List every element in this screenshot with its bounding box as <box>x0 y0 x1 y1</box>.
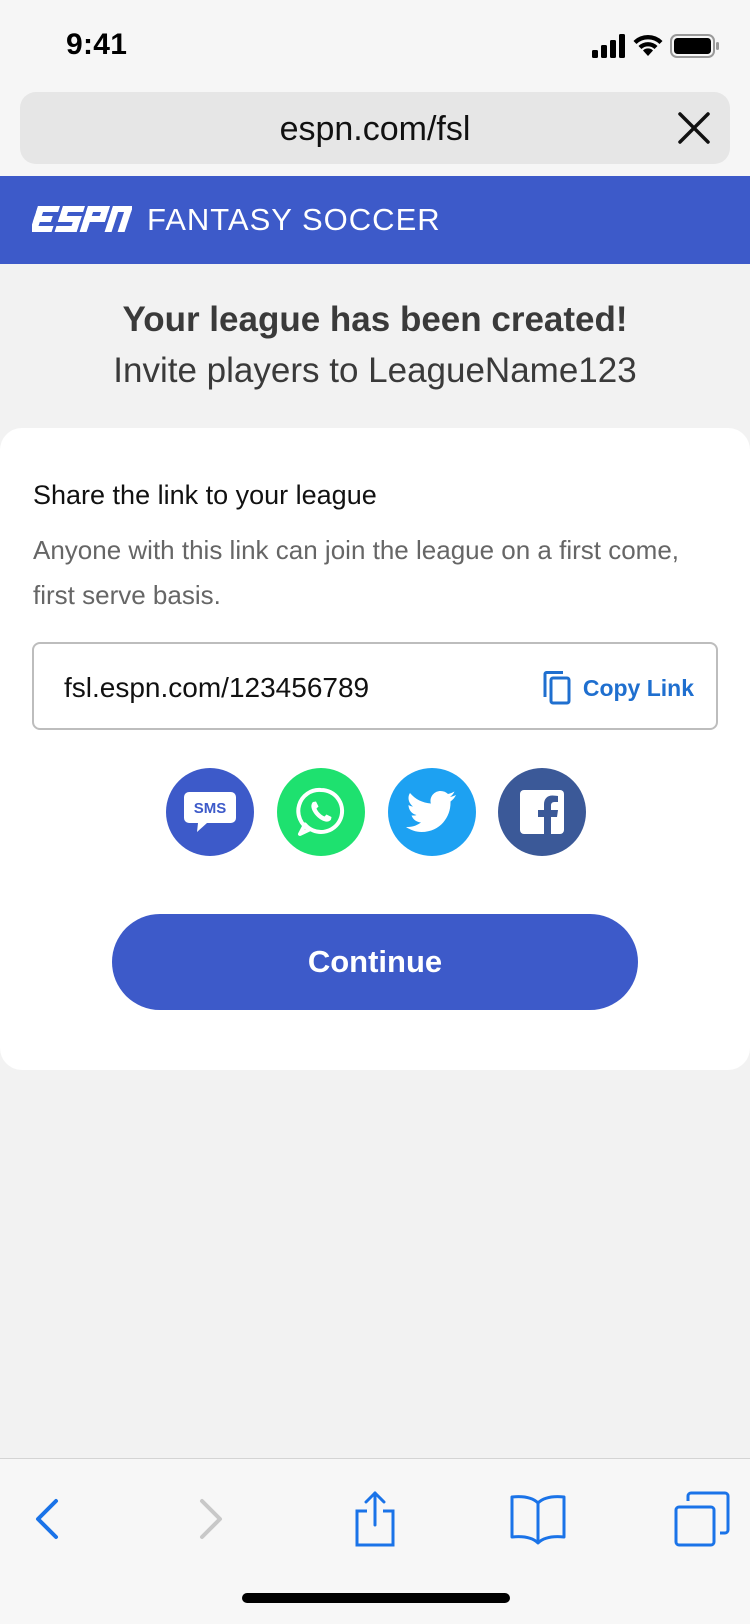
sms-icon-label: SMS <box>194 800 227 817</box>
bookmarks-icon[interactable] <box>508 1489 568 1549</box>
share-card-title: Share the link to your league <box>33 480 377 510</box>
espn-logo <box>32 206 132 232</box>
facebook-share-button[interactable] <box>498 768 586 856</box>
copy-link-button[interactable]: Copy Link <box>543 670 694 706</box>
whatsapp-icon <box>296 787 345 836</box>
league-link-field[interactable]: fsl.espn.com/123456789 Copy Link <box>32 642 718 730</box>
address-bar[interactable]: espn.com/fsl <box>20 92 730 164</box>
status-bar: 9:41 <box>0 0 750 88</box>
twitter-share-button[interactable] <box>388 768 476 856</box>
forward-icon[interactable] <box>180 1489 240 1549</box>
copy-icon <box>543 671 571 705</box>
whatsapp-share-button[interactable] <box>277 768 365 856</box>
page-heading: Your league has been created! <box>122 300 628 339</box>
status-time: 9:41 <box>66 28 128 61</box>
cellular-signal-icon <box>592 34 625 58</box>
browser-chrome: espn.com/fsl <box>0 88 750 176</box>
sms-share-button[interactable]: SMS <box>166 768 254 856</box>
url-text: espn.com/fsl <box>279 110 471 148</box>
app-title: FANTASY SOCCER <box>147 202 441 237</box>
twitter-icon <box>406 791 456 832</box>
share-buttons: SMS <box>0 768 750 856</box>
tabs-icon[interactable] <box>672 1489 732 1549</box>
facebook-icon <box>520 790 564 836</box>
copy-link-label: Copy Link <box>582 674 694 701</box>
app-header: FANTASY SOCCER <box>0 176 750 264</box>
battery-icon <box>670 34 719 58</box>
continue-button[interactable]: Continue <box>112 914 638 1010</box>
share-card-description: Anyone with this link can join the leagu… <box>33 535 680 610</box>
close-icon[interactable] <box>676 110 712 146</box>
back-icon[interactable] <box>18 1489 78 1549</box>
sms-icon: SMS <box>184 792 236 832</box>
page-subheading: Invite players to LeagueName123 <box>113 351 637 390</box>
wifi-icon <box>633 34 663 56</box>
share-card: Share the link to your league Anyone wit… <box>0 428 750 1070</box>
home-indicator[interactable] <box>242 1593 510 1603</box>
share-icon[interactable] <box>345 1489 405 1549</box>
league-link-text[interactable]: fsl.espn.com/123456789 <box>64 672 369 704</box>
